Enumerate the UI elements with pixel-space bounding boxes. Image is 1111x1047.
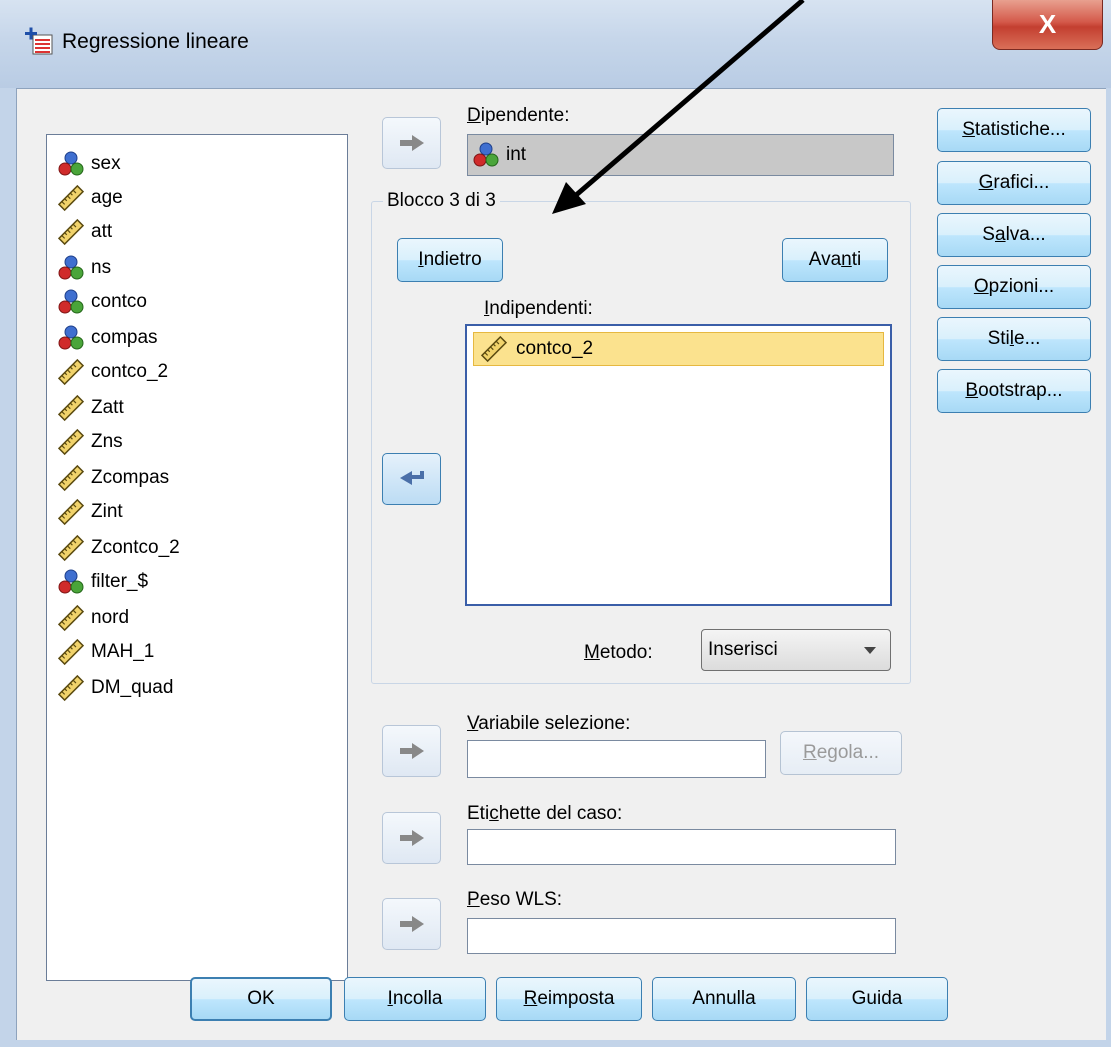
close-icon: X: [1038, 9, 1057, 39]
close-button[interactable]: X: [992, 0, 1103, 50]
arrow-right-icon: [398, 914, 426, 934]
list-item[interactable]: contco_2: [57, 355, 168, 389]
scale-icon: [57, 218, 85, 246]
ok-button[interactable]: OK: [190, 977, 332, 1021]
scale-icon: [57, 394, 85, 422]
nominal-icon: [57, 288, 85, 316]
list-item[interactable]: sex: [57, 147, 121, 181]
title-bar: Regressione lineare X: [0, 0, 1111, 88]
cancel-button[interactable]: Annulla: [652, 977, 796, 1021]
scale-icon: [57, 674, 85, 702]
list-item[interactable]: Zns: [57, 425, 123, 459]
dependent-field[interactable]: int: [467, 134, 894, 176]
list-item[interactable]: contco_2: [473, 332, 884, 366]
reset-button[interactable]: Reimposta: [496, 977, 642, 1021]
wls-weight-label: Peso WLS:: [467, 889, 563, 910]
options-button[interactable]: Opzioni...: [937, 265, 1091, 309]
move-to-wls-weight-button[interactable]: [382, 898, 441, 950]
scale-icon: [480, 335, 508, 363]
previous-block-button[interactable]: Indietro: [397, 238, 503, 282]
next-block-button[interactable]: Ava n ti: [782, 238, 888, 282]
window-frame-left: [0, 88, 16, 1047]
list-item[interactable]: Zcontco_2: [57, 531, 180, 565]
wls-weight-field[interactable]: [467, 918, 896, 954]
list-item[interactable]: Zcompas: [57, 461, 169, 495]
scale-icon: [57, 638, 85, 666]
nominal-icon: [57, 324, 85, 352]
dependent-label: Dipendente:: [467, 105, 570, 126]
method-dropdown[interactable]: Inserisci: [701, 629, 891, 671]
case-labels-field[interactable]: [467, 829, 896, 865]
move-to-dependent-button[interactable]: [382, 117, 441, 169]
nominal-icon: [57, 568, 85, 596]
move-to-case-labels-button[interactable]: [382, 812, 441, 864]
list-item[interactable]: ns: [57, 251, 111, 285]
scale-icon: [57, 184, 85, 212]
selection-variable-field[interactable]: [467, 740, 766, 778]
list-item[interactable]: filter_$: [57, 565, 148, 599]
nominal-icon: [472, 141, 500, 169]
scale-icon: [57, 498, 85, 526]
window-title: Regressione lineare: [62, 30, 249, 53]
move-to-selection-button[interactable]: [382, 725, 441, 777]
scale-icon: [57, 358, 85, 386]
rule-button[interactable]: Regola...: [780, 731, 902, 775]
bootstrap-button[interactable]: Bootstrap...: [937, 369, 1091, 413]
arrow-right-icon: [398, 828, 426, 848]
list-item[interactable]: DM_quad: [57, 671, 173, 705]
list-item[interactable]: age: [57, 181, 123, 215]
move-from-independents-button[interactable]: [382, 453, 441, 505]
arrow-left-icon: [398, 469, 426, 489]
block-title: Blocco 3 di 3: [383, 190, 500, 212]
app-icon: [25, 27, 53, 55]
list-item[interactable]: att: [57, 215, 112, 249]
scale-icon: [57, 464, 85, 492]
independents-list[interactable]: contco_2: [465, 324, 892, 606]
statistics-button[interactable]: Statistiche...: [937, 108, 1091, 152]
list-item[interactable]: nord: [57, 601, 129, 635]
case-labels-label: Etichette del caso:: [467, 803, 623, 824]
list-item[interactable]: MAH_1: [57, 635, 154, 669]
scale-icon: [57, 428, 85, 456]
chevron-down-icon: [864, 647, 876, 654]
window-frame-bottom: [0, 1039, 1111, 1047]
nominal-icon: [57, 150, 85, 178]
list-item[interactable]: compas: [57, 321, 158, 355]
source-variable-list[interactable]: sex age att ns contco compas contco_2 Za…: [46, 134, 348, 981]
paste-button[interactable]: Incolla: [344, 977, 486, 1021]
list-item[interactable]: Zint: [57, 495, 123, 529]
scale-icon: [57, 604, 85, 632]
scale-icon: [57, 534, 85, 562]
nominal-icon: [57, 254, 85, 282]
list-item[interactable]: contco: [57, 285, 147, 319]
plots-button[interactable]: Grafici...: [937, 161, 1091, 205]
selection-variable-label: Variabile selezione:: [467, 713, 631, 734]
method-label: Metodo:: [584, 642, 653, 663]
arrow-right-icon: [398, 133, 426, 153]
dependent-value: int: [506, 144, 527, 165]
method-value: Inserisci: [708, 639, 778, 660]
independents-label: Indipendenti:: [484, 298, 593, 319]
style-button[interactable]: Sti l e...: [937, 317, 1091, 361]
save-button[interactable]: Sa lva...: [937, 213, 1091, 257]
list-item[interactable]: Zatt: [57, 391, 124, 425]
help-button[interactable]: Guida: [806, 977, 948, 1021]
arrow-right-icon: [398, 741, 426, 761]
